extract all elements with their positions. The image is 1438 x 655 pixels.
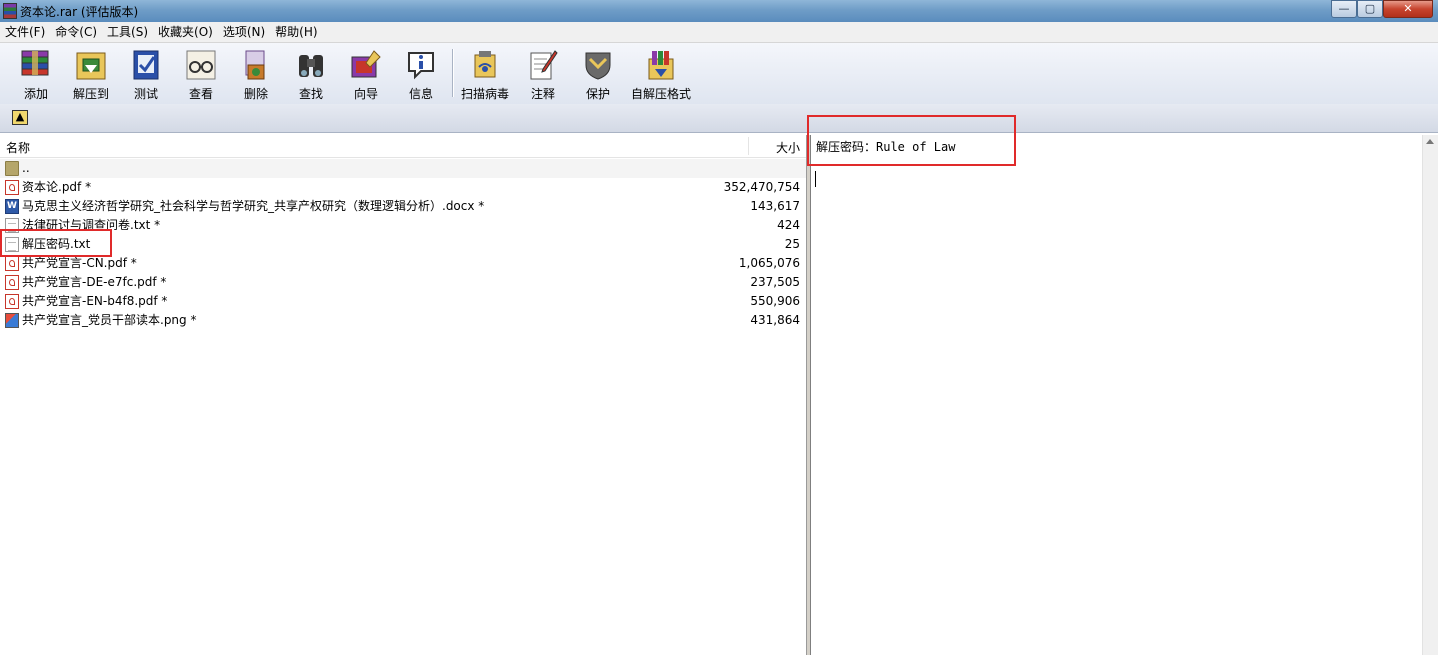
- toolbar-separator: [452, 49, 454, 97]
- file-row[interactable]: 法律研讨与调查问卷.txt * 424: [0, 216, 806, 235]
- delete-icon: [238, 47, 274, 83]
- file-name: 共产党宣言-EN-b4f8.pdf *: [22, 294, 168, 308]
- text-cursor: [815, 171, 816, 187]
- pdf-icon: [5, 294, 19, 309]
- delete-label: 删除: [243, 87, 268, 101]
- file-row[interactable]: 共产党宣言-CN.pdf * 1,065,076: [0, 254, 806, 273]
- file-size: 431,864: [750, 313, 800, 327]
- delete-button[interactable]: 删除: [227, 45, 285, 101]
- wizard-icon: [348, 47, 384, 83]
- vertical-scrollbar[interactable]: [1422, 135, 1438, 655]
- file-size: 352,470,754: [723, 180, 800, 194]
- pdf-icon: [5, 180, 19, 195]
- window-title: 资本论.rar (评估版本): [20, 5, 139, 19]
- test-icon: [128, 47, 164, 83]
- menu-help[interactable]: 帮助(H): [270, 22, 322, 42]
- find-label: 查找: [298, 87, 323, 101]
- add-button[interactable]: 添加: [7, 45, 65, 101]
- close-button[interactable]: ✕: [1383, 0, 1433, 18]
- folder-icon: [5, 161, 19, 176]
- menu-bar: 文件(F) 命令(C) 工具(S) 收藏夹(O) 选项(N) 帮助(H): [0, 22, 1438, 43]
- wizard-label: 向导: [353, 87, 378, 101]
- file-size: 424: [777, 218, 800, 232]
- file-name: 资本论.pdf *: [22, 180, 92, 194]
- scroll-up-arrow-icon[interactable]: [1426, 139, 1434, 144]
- parent-folder-row[interactable]: ..: [0, 159, 806, 178]
- view-label: 查看: [188, 87, 213, 101]
- virus-scan-label: 扫描病毒: [460, 87, 509, 101]
- image-file-icon: [5, 313, 19, 328]
- minimize-button[interactable]: —: [1331, 0, 1357, 18]
- virus-scan-button[interactable]: 扫描病毒: [456, 45, 514, 101]
- pdf-icon: [5, 256, 19, 271]
- column-header-name[interactable]: 名称: [6, 139, 30, 156]
- file-size: 25: [784, 237, 800, 251]
- preview-pane[interactable]: 解压密码：Rule of Law: [810, 135, 1423, 655]
- binoculars-icon: [293, 47, 329, 83]
- file-row[interactable]: 共产党宣言-EN-b4f8.pdf * 550,906: [0, 292, 806, 311]
- column-header-size[interactable]: 大小: [776, 139, 800, 156]
- test-label: 测试: [133, 87, 158, 101]
- view-button[interactable]: 查看: [172, 45, 230, 101]
- file-name: 共产党宣言-DE-e7fc.pdf *: [22, 275, 167, 289]
- extract-to-label: 解压到: [72, 87, 109, 101]
- comment-label: 注释: [530, 87, 555, 101]
- view-glasses-icon: [183, 47, 219, 83]
- menu-file[interactable]: 文件(F): [0, 22, 50, 42]
- menu-commands[interactable]: 命令(C): [50, 22, 102, 42]
- sfx-icon: [643, 47, 679, 83]
- title-bar: 资本论.rar (评估版本) — ▢ ✕: [0, 0, 1438, 22]
- column-divider[interactable]: [748, 137, 749, 155]
- add-label: 添加: [23, 87, 48, 101]
- extract-to-button[interactable]: 解压到: [62, 45, 120, 101]
- menu-options[interactable]: 选项(N): [218, 22, 270, 42]
- file-name: ..: [22, 161, 30, 175]
- menu-tools[interactable]: 工具(S): [102, 22, 153, 42]
- info-label: 信息: [408, 87, 433, 101]
- word-doc-icon: [5, 197, 19, 216]
- file-size: 550,906: [750, 294, 800, 308]
- file-row-selected[interactable]: 解压密码.txt 25: [0, 235, 806, 254]
- comment-icon: [525, 47, 561, 83]
- virus-scan-icon: [467, 47, 503, 83]
- file-list: 名称 大小 .. 资本论.pdf * 352,470,754 马克思主义经济哲学…: [0, 135, 806, 655]
- file-name: 马克思主义经济哲学研究_社会科学与哲学研究_共享产权研究（数理逻辑分析）.doc…: [22, 199, 485, 213]
- file-row[interactable]: 共产党宣言-DE-e7fc.pdf * 237,505: [0, 273, 806, 292]
- toolbar: 添加 解压到 测试 查看 删除 查找 向导 信息 扫描病毒 注释 保护 自解压格…: [0, 43, 1438, 104]
- info-icon: [403, 47, 439, 83]
- navigation-bar: ▲: [0, 104, 1438, 133]
- file-size: 1,065,076: [738, 256, 800, 270]
- winrar-app-icon: [3, 3, 17, 19]
- extract-to-icon: [73, 47, 109, 83]
- protect-button[interactable]: 保护: [569, 45, 627, 101]
- comment-button[interactable]: 注释: [514, 45, 572, 101]
- maximize-button[interactable]: ▢: [1357, 0, 1383, 18]
- file-row[interactable]: 马克思主义经济哲学研究_社会科学与哲学研究_共享产权研究（数理逻辑分析）.doc…: [0, 197, 806, 216]
- menu-favorites[interactable]: 收藏夹(O): [153, 22, 218, 42]
- pdf-icon: [5, 275, 19, 290]
- up-one-level-icon[interactable]: ▲: [12, 110, 28, 125]
- file-row[interactable]: 共产党宣言_党员干部读本.png * 431,864: [0, 311, 806, 330]
- info-button[interactable]: 信息: [392, 45, 450, 101]
- file-row[interactable]: 资本论.pdf * 352,470,754: [0, 178, 806, 197]
- sfx-label: 自解压格式: [630, 87, 691, 101]
- highlight-box-password-text: [807, 115, 1016, 166]
- shield-icon: [580, 47, 616, 83]
- find-button[interactable]: 查找: [282, 45, 340, 101]
- file-size: 237,505: [750, 275, 800, 289]
- list-header: 名称 大小: [0, 135, 806, 158]
- highlight-box-password-file: [0, 229, 112, 257]
- file-size: 143,617: [750, 199, 800, 213]
- file-name: 共产党宣言_党员干部读本.png *: [22, 313, 197, 327]
- sfx-button[interactable]: 自解压格式: [628, 45, 694, 101]
- protect-label: 保护: [585, 87, 610, 101]
- add-archive-icon: [18, 47, 54, 83]
- wizard-button[interactable]: 向导: [337, 45, 395, 101]
- test-button[interactable]: 测试: [117, 45, 175, 101]
